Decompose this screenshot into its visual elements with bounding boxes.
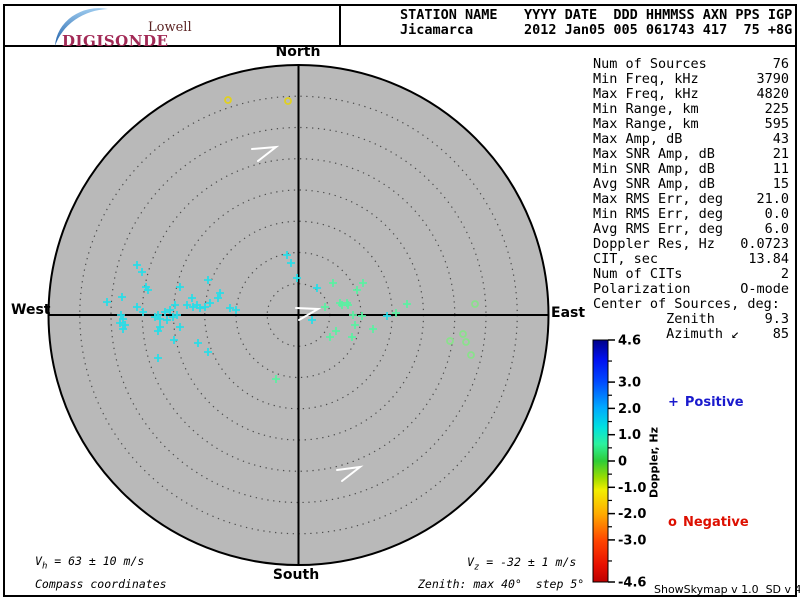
param-row: Zenith 9.3 <box>593 312 789 327</box>
param-row: Doppler Res, Hz 0.0723 <box>593 237 789 252</box>
param-value: 2 <box>780 266 789 282</box>
legend-positive-label: Positive <box>684 395 744 410</box>
param-value: 595 <box>764 116 789 132</box>
vz-symbol: V <box>467 555 474 569</box>
colorbar-tick-label: 2.0 <box>618 402 641 417</box>
header-values: 2012 Jan05 005 061743 417 75 +8G <box>524 22 793 38</box>
param-value: O-mode <box>740 281 789 297</box>
param-row: Center of Sources, deg: <box>593 297 789 312</box>
colorbar-tick-label: -4.6 <box>618 576 646 591</box>
param-value: 13.84 <box>748 251 789 267</box>
param-value: 0.0 <box>764 206 789 222</box>
param-label: Max Freq, kHz <box>593 86 699 102</box>
param-row: Min SNR Amp, dB 11 <box>593 162 789 177</box>
param-row: Min Freq, kHz 3790 <box>593 72 789 87</box>
lowell-digisonde-logo: Lowell DIGISONDE <box>40 6 255 50</box>
param-label: Num of CITs <box>593 266 683 282</box>
plus-marker-icon: + <box>668 395 679 410</box>
param-label: Max Range, km <box>593 116 699 132</box>
vh-symbol: V <box>35 554 42 568</box>
compass-label-west: West <box>11 302 51 318</box>
param-label: Center of Sources, deg: <box>593 296 780 312</box>
param-row: Polarization O-mode <box>593 282 789 297</box>
param-label: CIT, sec <box>593 251 659 267</box>
version-string: ShowSkymap v 1.0 SD v 4.2 <box>654 583 800 596</box>
param-value: 76 <box>772 56 789 72</box>
param-value: 3790 <box>756 71 789 87</box>
doppler-colorbar: 4.63.02.01.00-1.0-2.0-3.0-4.6 <box>592 334 646 591</box>
header-station-label: STATION NAME <box>400 7 498 23</box>
param-value: 6.0 <box>764 221 789 237</box>
param-label: Max Amp, dB <box>593 131 683 147</box>
header-columns: YYYY DATE DDD HHMMSS AXN PPS IGP <box>524 7 793 23</box>
param-value: 4820 <box>756 86 789 102</box>
circle-marker-icon: o <box>668 515 677 530</box>
legend-negative-label: Negative <box>682 515 749 530</box>
compass-label-east: East <box>551 305 586 321</box>
header-station-value: Jicamarca <box>400 22 474 38</box>
param-label: Zenith <box>593 311 715 327</box>
param-value: 0.0723 <box>740 236 789 252</box>
logo-separator <box>339 4 341 45</box>
param-label: Avg RMS Err, deg <box>593 221 724 237</box>
param-row: Max Range, km 595 <box>593 117 789 132</box>
colorbar-tick-label: -1.0 <box>618 481 646 496</box>
vh-value: = 63 ± 10 m/s <box>47 554 145 568</box>
colorbar-tick-label: -2.0 <box>618 507 646 522</box>
vertical-velocity-readout: Vz = -32 ± 1 m/s <box>467 555 576 572</box>
param-row: Max Freq, kHz 4820 <box>593 87 789 102</box>
param-row: CIT, sec 13.84 <box>593 252 789 267</box>
param-row: Min RMS Err, deg 0.0 <box>593 207 789 222</box>
param-row: Azimuth ↙ 85 <box>593 327 789 342</box>
param-row: Max RMS Err, deg 21.0 <box>593 192 789 207</box>
colorbar-tick-label: 0 <box>618 455 627 470</box>
param-label: Min RMS Err, deg <box>593 206 724 222</box>
param-value: 9.3 <box>764 311 789 327</box>
showskymap-window: 4.6 3.0 2.0 1.0 0 -1.0 -2.0 -3.0 -4.6 Lowell DIG… <box>0 0 800 600</box>
compass-label-south: South <box>272 567 320 583</box>
compass-label-north: North <box>275 44 321 60</box>
param-row: Max Amp, dB 43 <box>593 132 789 147</box>
colorbar-title: Doppler, Hz <box>647 426 661 499</box>
param-label: Avg SNR Amp, dB <box>593 176 715 192</box>
vz-value: = -32 ± 1 m/s <box>479 555 577 569</box>
param-value: 15 <box>772 176 789 192</box>
param-label: Doppler Res, Hz <box>593 236 715 252</box>
legend-positive: + Positive <box>668 395 744 410</box>
param-label: Num of Sources <box>593 56 707 72</box>
coordinates-note: Compass coordinates <box>35 577 167 591</box>
zenith-range-note: Zenith: max 40° step 5° <box>418 577 585 591</box>
param-label: Min Range, km <box>593 101 699 117</box>
param-row: Max SNR Amp, dB 21 <box>593 147 789 162</box>
param-row: Avg SNR Amp, dB 15 <box>593 177 789 192</box>
horizontal-velocity-readout: Vh = 63 ± 10 m/s <box>35 554 144 571</box>
param-row: Num of Sources 76 <box>593 57 789 72</box>
param-value: 21 <box>772 146 789 162</box>
param-value: 85 <box>772 326 789 342</box>
param-row: Avg RMS Err, deg 6.0 <box>593 222 789 237</box>
param-value: 43 <box>772 131 789 147</box>
param-value: 21.0 <box>756 191 789 207</box>
param-label: Azimuth ↙ <box>593 326 740 342</box>
param-row: Num of CITs 2 <box>593 267 789 282</box>
param-label: Max SNR Amp, dB <box>593 146 715 162</box>
param-label: Min SNR Amp, dB <box>593 161 715 177</box>
logo-text-digisonde: DIGISONDE <box>62 32 169 50</box>
colorbar-tick-label: 3.0 <box>618 376 641 391</box>
colorbar-tick-label: 1.0 <box>618 428 641 443</box>
param-value: 11 <box>772 161 789 177</box>
param-label: Max RMS Err, deg <box>593 191 724 207</box>
colorbar-tick-label: -3.0 <box>618 533 646 548</box>
legend-negative: o Negative <box>668 515 749 530</box>
param-label: Polarization <box>593 281 691 297</box>
param-list: Num of Sources 76 Min Freq, kHz 3790 Max Fre… <box>593 57 789 342</box>
param-value: 225 <box>764 101 789 117</box>
param-label: Min Freq, kHz <box>593 71 699 87</box>
param-row: Min Range, km 225 <box>593 102 789 117</box>
